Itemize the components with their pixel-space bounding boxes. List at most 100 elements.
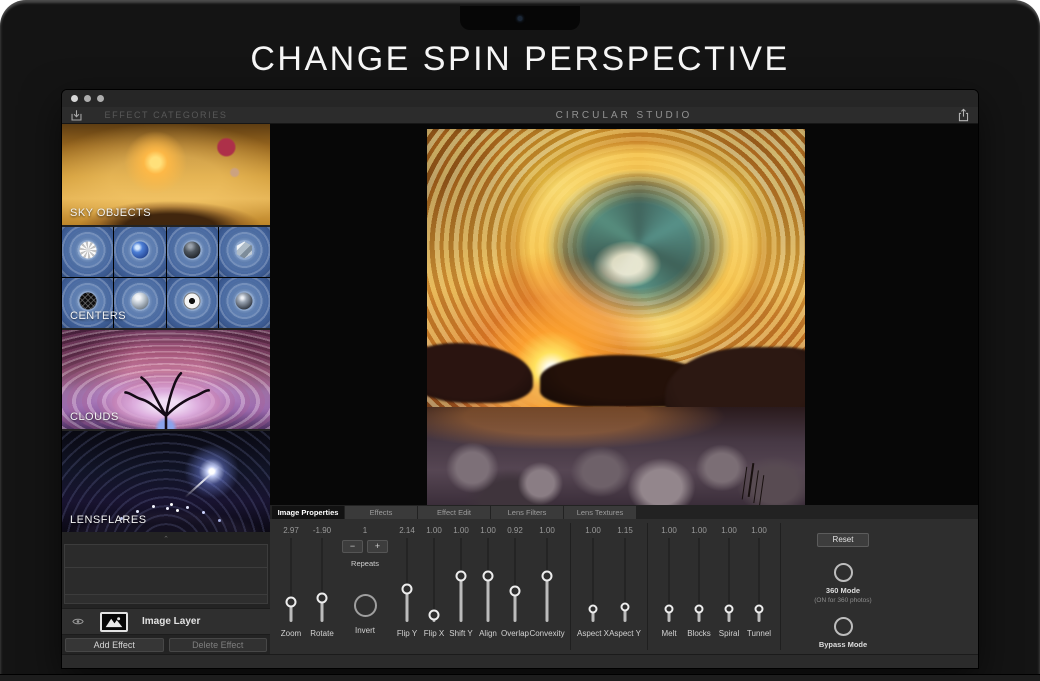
effect-list-row[interactable] [65,545,267,568]
slider-flip-x[interactable]: 1.00 Flip X [422,519,446,654]
slider-label: Spiral [719,629,739,638]
slider-track[interactable] [428,538,440,622]
slider-track[interactable] [541,538,553,622]
slider-aspect-y[interactable]: 1.15 Aspect Y [609,519,641,654]
slider-knob[interactable] [286,596,297,607]
slider-value: 2.97 [283,526,299,536]
slider-aspect-x[interactable]: 1.00 Aspect X [577,519,609,654]
slider-knob[interactable] [542,570,553,581]
panel-collapse-caret[interactable]: ⌃ [62,536,270,544]
slider-track[interactable] [509,538,521,622]
effect-list-row[interactable] [65,568,267,595]
slider-track[interactable] [663,538,675,622]
slider-knob[interactable] [456,570,467,581]
bypass-mode-toggle[interactable] [834,617,853,636]
slider-knob[interactable] [317,592,328,603]
slider-track[interactable] [693,538,705,622]
earth-icon [131,242,148,259]
slider-zoom[interactable]: 2.97 Zoom [276,519,306,654]
slider-convexity[interactable]: 1.00 Convexity [530,519,564,654]
slider-value: 1.00 [426,526,442,536]
category-sky-objects[interactable]: SKY OBJECTS [62,124,270,225]
sidebar-header: EFFECT CATEGORIES [62,110,270,120]
divider [647,523,648,650]
delete-effect-button[interactable]: Delete Effect [169,638,268,652]
tab-image-properties[interactable]: Image Properties [272,506,344,519]
category-label: CENTERS [70,310,126,322]
slider-track[interactable] [723,538,735,622]
slider-label: Aspect X [577,629,609,638]
slider-track[interactable] [455,538,467,622]
reset-button[interactable]: Reset [817,533,869,547]
slider-track[interactable] [316,538,328,622]
slider-knob[interactable] [429,610,440,621]
center-tile-white-disc[interactable] [167,278,218,328]
slider-track[interactable] [753,538,765,622]
slider-track[interactable] [401,538,413,622]
laptop-frame: CHANGE SPIN PERSPECTIVE EFFECT CATEGORIE… [0,0,1040,681]
slider-knob[interactable] [665,605,674,614]
slider-spiral[interactable]: 1.00 Spiral [714,519,744,654]
slider-knob[interactable] [695,605,704,614]
minimize-window-button[interactable] [84,95,91,102]
center-tile-disco-ball[interactable] [219,278,270,328]
mode-360-toggle[interactable] [834,563,853,582]
tab-lens-textures[interactable]: Lens Textures [564,506,636,519]
slider-label: Zoom [281,629,301,638]
image-layer-row[interactable]: Image Layer [62,608,270,635]
add-effect-button[interactable]: Add Effect [65,638,164,652]
headline: CHANGE SPIN PERSPECTIVE [0,40,1040,79]
tab-effect-edit[interactable]: Effect Edit [418,506,490,519]
category-centers[interactable]: CENTERS [62,227,270,328]
slider-shift-y[interactable]: 1.00 Shift Y [446,519,476,654]
slider-knob[interactable] [725,605,734,614]
slider-track[interactable] [482,538,494,622]
repeats-plus-button[interactable]: + [367,540,388,553]
slider-overlap[interactable]: 0.92 Overlap [500,519,530,654]
toolbar-main: CIRCULAR STUDIO [270,107,978,123]
slider-melt[interactable]: 1.00 Melt [654,519,684,654]
slider-knob[interactable] [589,605,598,614]
eye-icon[interactable] [72,617,84,626]
slider-tunnel[interactable]: 1.00 Tunnel [744,519,774,654]
slider-value: 1.00 [480,526,496,536]
disco-ball-icon [236,293,253,310]
slider-label: Rotate [310,629,334,638]
tab-lens-filters[interactable]: Lens Filters [491,506,563,519]
center-tile-earth[interactable] [114,227,165,277]
center-tile-gem[interactable] [219,227,270,277]
slider-knob[interactable] [755,605,764,614]
window-titlebar [62,90,978,107]
center-tile-dark-sphere[interactable] [167,227,218,277]
slider-knob[interactable] [621,602,630,611]
invert-toggle[interactable] [354,594,377,617]
category-clouds[interactable]: CLOUDS [62,330,270,429]
center-tile-gear-sun[interactable] [62,227,113,277]
slider-track[interactable] [619,538,631,622]
slider-blocks[interactable]: 1.00 Blocks [684,519,714,654]
close-window-button[interactable] [71,95,78,102]
tab-effects[interactable]: Effects [345,506,417,519]
zoom-window-button[interactable] [97,95,104,102]
slider-track[interactable] [285,538,297,622]
slider-flip-y[interactable]: 2.14 Flip Y [392,519,422,654]
repeats-minus-button[interactable]: − [342,540,363,553]
mode-360-label: 360 Mode [826,586,860,595]
repeats-label: Repeats [351,559,379,568]
slider-value: 1.15 [617,526,633,536]
category-label: LENSFLARES [70,514,147,526]
slider-align[interactable]: 1.00 Align [476,519,500,654]
slider-knob[interactable] [402,584,413,595]
toolbar-left: EFFECT CATEGORIES [62,107,270,123]
slider-track[interactable] [587,538,599,622]
slider-value: 1.00 [691,526,707,536]
slider-knob[interactable] [483,570,494,581]
layer-thumbnail[interactable] [100,612,128,632]
slider-label: Tunnel [747,629,771,638]
share-icon[interactable] [957,108,970,122]
slider-rotate[interactable]: -1.90 Rotate [306,519,338,654]
steel-sphere-icon [131,293,148,310]
edited-photo[interactable] [427,129,805,505]
slider-knob[interactable] [510,585,521,596]
category-lensflares[interactable]: LENSFLARES [62,431,270,532]
